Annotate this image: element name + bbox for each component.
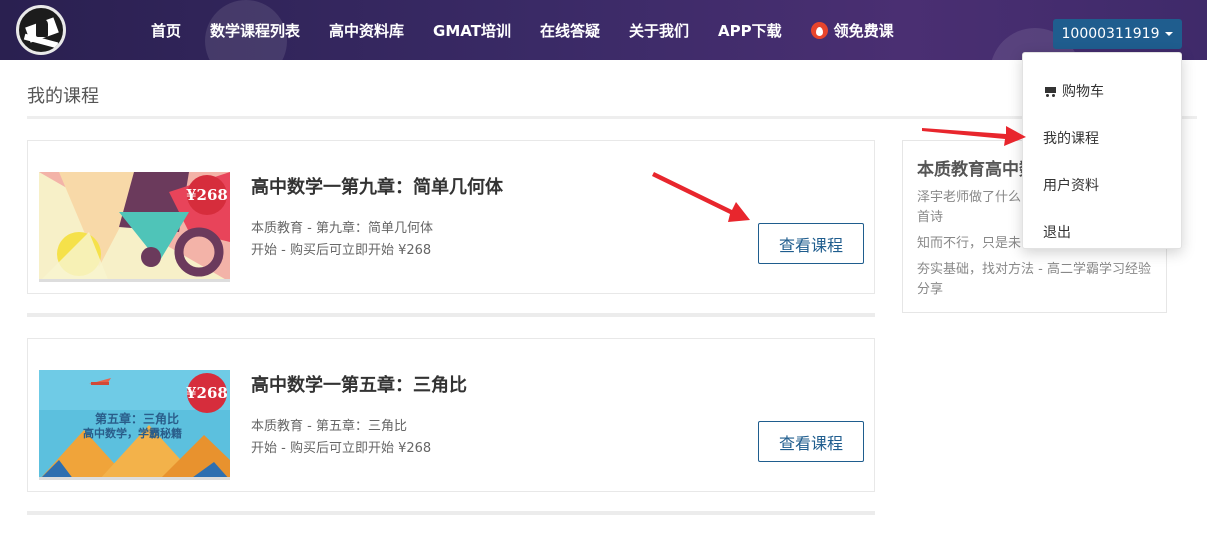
nav-link-materials[interactable]: 高中资料库 <box>329 20 404 41</box>
course-title[interactable]: 高中数学一第九章：简单几何体 <box>251 173 503 199</box>
course-thumbnail[interactable]: 第五章：三角比 高中数学，学霸秘籍 ¥268 <box>39 370 230 480</box>
nav-link-app[interactable]: APP下载 <box>718 20 782 41</box>
view-course-button[interactable]: 查看课程 <box>758 421 864 462</box>
nav-link-qa[interactable]: 在线答疑 <box>540 20 600 41</box>
user-id: 10000311919 <box>1061 26 1160 42</box>
sidebar-article-link[interactable]: 分享 <box>917 280 1152 300</box>
dropdown-item-cart[interactable]: 购物车 <box>1043 81 1104 101</box>
nav-link-free-course[interactable]: 领免费课 <box>810 20 894 41</box>
course-thumbnail[interactable]: ¥268 <box>39 172 230 282</box>
shopping-cart-icon <box>1043 86 1057 97</box>
price-badge: ¥268 <box>186 175 228 215</box>
dropdown-item-profile[interactable]: 用户资料 <box>1043 175 1099 195</box>
user-dropdown-menu: 购物车 我的课程 用户资料 退出 <box>1022 52 1182 249</box>
free-course-label: 领免费课 <box>833 21 894 40</box>
divider <box>27 313 875 317</box>
nav-link-gmat[interactable]: GMAT培训 <box>433 20 511 41</box>
fire-icon <box>810 21 828 39</box>
course-title[interactable]: 高中数学一第五章：三角比 <box>251 371 467 397</box>
sidebar-article-link[interactable]: 夯实基础，找对方法 - 高二学霸学习经验 <box>917 260 1152 280</box>
course-meta-source: 本质教育 - 第九章：简单几何体 <box>251 221 433 236</box>
nav-link-about[interactable]: 关于我们 <box>629 20 689 41</box>
thumbnail-chapter-text: 第五章：三角比 <box>95 411 179 426</box>
course-card: 第五章：三角比 高中数学，学霸秘籍 ¥268 高中数学一第五章：三角比 本质教育… <box>27 338 875 492</box>
site-logo[interactable] <box>16 5 66 55</box>
nav-link-course-list[interactable]: 数学课程列表 <box>210 20 300 41</box>
dropdown-item-label: 购物车 <box>1062 84 1104 100</box>
course-meta-source: 本质教育 - 第五章：三角比 <box>251 419 407 434</box>
nav-link-home[interactable]: 首页 <box>151 20 181 41</box>
price-badge: ¥268 <box>186 373 228 413</box>
caret-down-icon <box>1165 32 1174 36</box>
user-menu-button[interactable]: 10000311919 <box>1053 19 1182 49</box>
dropdown-item-my-courses[interactable]: 我的课程 <box>1043 128 1099 148</box>
thumbnail-slogan-text: 高中数学，学霸秘籍 <box>83 426 182 440</box>
nav-menu: 首页 数学课程列表 高中资料库 GMAT培训 在线答疑 关于我们 APP下载 领… <box>151 0 923 60</box>
page-title: 我的课程 <box>27 86 99 107</box>
top-navbar: 首页 数学课程列表 高中资料库 GMAT培训 在线答疑 关于我们 APP下载 领… <box>0 0 1207 60</box>
course-card: ¥268 高中数学一第九章：简单几何体 本质教育 - 第九章：简单几何体 开始 … <box>27 140 875 294</box>
divider <box>27 511 875 515</box>
course-meta-start: 开始 - 购买后可立即开始 ¥268 <box>251 243 432 258</box>
course-meta-start: 开始 - 购买后可立即开始 ¥268 <box>251 441 432 456</box>
dropdown-item-logout[interactable]: 退出 <box>1043 222 1071 242</box>
view-course-button[interactable]: 查看课程 <box>758 223 864 264</box>
